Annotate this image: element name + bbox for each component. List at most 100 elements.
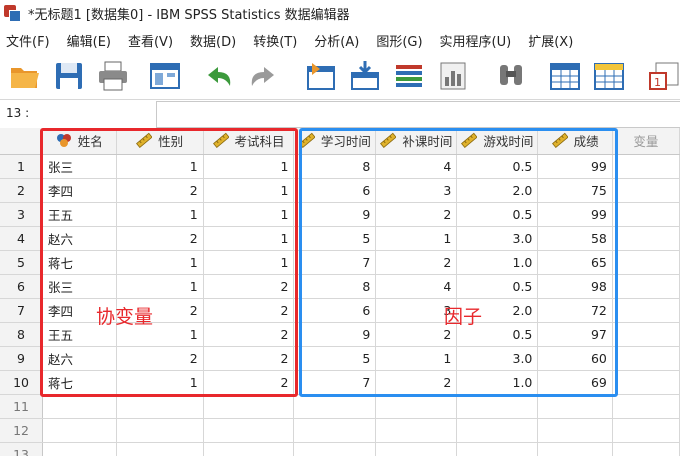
data-cell[interactable]: 1 [116,202,204,227]
data-cell[interactable] [612,370,680,395]
data-cell[interactable] [612,298,680,323]
data-cell[interactable]: 蒋七 [42,370,117,395]
data-cell[interactable]: 张三 [42,274,117,299]
data-cell[interactable]: 99 [537,154,613,179]
row-number[interactable]: 13 [0,442,44,456]
row-number[interactable]: 5 [0,250,44,275]
data-cell[interactable]: 9 [293,202,377,227]
goto-variable-icon[interactable] [348,59,382,93]
menu-extensions[interactable]: 扩展(X) [528,31,573,50]
menu-graphs[interactable]: 图形(G) [376,31,422,50]
data-cell[interactable]: 97 [537,322,613,347]
data-cell[interactable]: 99 [537,202,613,227]
data-cell[interactable]: 5 [293,226,377,251]
row-number[interactable]: 7 [0,298,44,323]
data-cell[interactable] [42,418,117,443]
row-number[interactable]: 4 [0,226,44,251]
split-file-icon[interactable]: 1 [646,59,680,93]
data-cell[interactable] [293,418,377,443]
data-cell[interactable] [375,442,458,456]
data-cell[interactable] [116,442,204,456]
data-cell[interactable]: 1 [203,178,295,203]
data-cell[interactable]: 1.0 [456,250,539,275]
data-cell[interactable]: 0.5 [456,154,539,179]
data-cell[interactable]: 2 [203,346,295,371]
data-cell[interactable] [456,418,539,443]
menu-utilities[interactable]: 实用程序(U) [440,31,512,50]
menu-data[interactable]: 数据(D) [190,31,236,50]
menu-file[interactable]: 文件(F) [6,31,50,50]
undo-icon[interactable] [202,59,236,93]
data-cell[interactable] [293,394,377,419]
column-header-empty-var[interactable]: 变量 [612,128,680,155]
data-cell[interactable]: 1 [116,154,204,179]
data-cell[interactable] [375,394,458,419]
corner-cell[interactable] [0,128,44,155]
row-number[interactable]: 8 [0,322,44,347]
data-cell[interactable]: 3 [375,178,458,203]
data-cell[interactable]: 赵六 [42,226,117,251]
data-cell[interactable] [42,394,117,419]
goto-case-icon[interactable] [304,59,338,93]
data-cell[interactable] [203,442,295,456]
data-cell[interactable]: 李四 [42,178,117,203]
column-header[interactable]: 性别 [116,128,204,155]
data-cell[interactable] [203,394,295,419]
variables-icon[interactable] [392,59,426,93]
data-cell[interactable]: 1 [375,226,458,251]
data-cell[interactable]: 1 [203,250,295,275]
column-header[interactable]: 游戏时间 [456,128,539,155]
data-cell[interactable] [612,154,680,179]
data-cell[interactable]: 6 [293,178,377,203]
row-number[interactable]: 2 [0,178,44,203]
data-cell[interactable]: 王五 [42,202,117,227]
chart-builder-icon[interactable] [436,59,470,93]
data-cell[interactable] [116,418,204,443]
data-cell[interactable]: 4 [375,274,458,299]
insert-variable-icon[interactable] [592,59,626,93]
data-cell[interactable]: 60 [537,346,613,371]
column-header[interactable]: 姓名 [42,128,117,155]
data-cell[interactable] [612,274,680,299]
menu-view[interactable]: 查看(V) [128,31,173,50]
data-cell[interactable] [116,394,204,419]
row-number[interactable]: 9 [0,346,44,371]
data-cell[interactable] [293,442,377,456]
data-cell[interactable]: 2 [203,298,295,323]
data-cell[interactable] [537,418,613,443]
row-number[interactable]: 12 [0,418,44,443]
row-number[interactable]: 6 [0,274,44,299]
data-cell[interactable]: 3.0 [456,226,539,251]
row-number[interactable]: 10 [0,370,44,395]
data-cell[interactable]: 65 [537,250,613,275]
data-cell[interactable]: 3.0 [456,346,539,371]
row-number[interactable]: 11 [0,394,44,419]
data-cell[interactable]: 0.5 [456,202,539,227]
data-cell[interactable]: 9 [293,322,377,347]
find-binoculars-icon[interactable] [494,59,528,93]
data-cell[interactable]: 7 [293,250,377,275]
data-cell[interactable]: 4 [375,154,458,179]
data-cell[interactable]: 2 [375,250,458,275]
data-cell[interactable] [612,322,680,347]
data-cell[interactable] [537,442,613,456]
cell-value-input[interactable] [156,101,680,128]
row-number[interactable]: 3 [0,202,44,227]
data-cell[interactable]: 1.0 [456,370,539,395]
data-cell[interactable] [612,202,680,227]
data-cell[interactable] [612,346,680,371]
column-header[interactable]: 补课时间 [375,128,458,155]
data-cell[interactable]: 2 [203,370,295,395]
menu-transform[interactable]: 转换(T) [253,31,297,50]
data-cell[interactable]: 72 [537,298,613,323]
data-cell[interactable]: 2 [116,226,204,251]
data-cell[interactable]: 0.5 [456,274,539,299]
data-cell[interactable] [612,226,680,251]
data-cell[interactable] [612,250,680,275]
data-cell[interactable]: 2 [203,322,295,347]
print-icon[interactable] [96,59,130,93]
column-header[interactable]: 考试科目 [203,128,295,155]
data-cell[interactable]: 2 [375,370,458,395]
data-cell[interactable]: 8 [293,274,377,299]
redo-icon[interactable] [246,59,280,93]
